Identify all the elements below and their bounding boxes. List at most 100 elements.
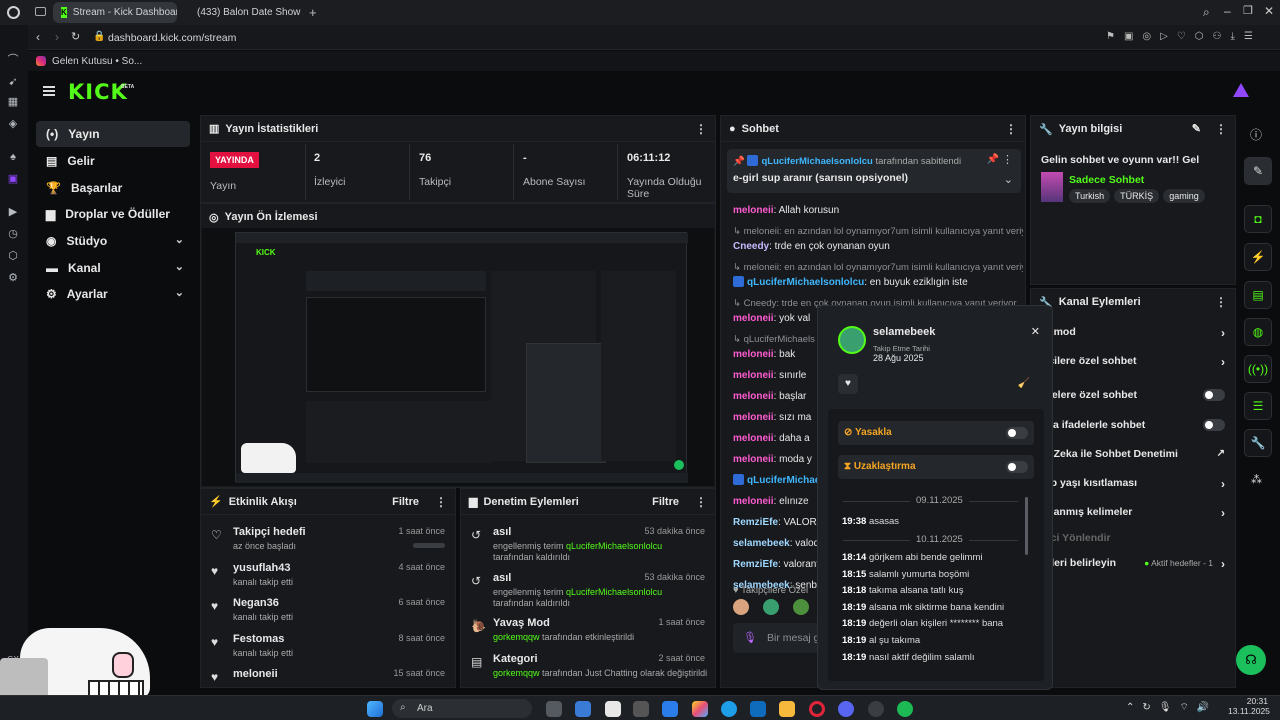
send-icon[interactable]: ➹ (6, 75, 20, 89)
more-icon[interactable]: ⋮ (695, 122, 707, 136)
task-view-icon[interactable] (546, 701, 562, 717)
detail-user[interactable]: qLuciferMichaelsonlolcu (566, 587, 662, 597)
category-name[interactable]: Sadece Sohbet (1069, 174, 1144, 186)
chat-rail-button[interactable]: ◍ (1244, 318, 1272, 346)
microphone-icon[interactable]: 🎙 (743, 631, 757, 644)
toolbar-extension-icons[interactable]: ⚑▣◎▷♡⬡⚇⤓☰ (1106, 31, 1262, 42)
edge-icon[interactable] (721, 701, 737, 717)
nav-item-studyo[interactable]: ◉ Stüdyo ⌄ (36, 228, 190, 254)
search-icon[interactable]: ⌕ (1203, 5, 1210, 20)
timeout-toggle[interactable] (1006, 461, 1028, 473)
notepad-icon[interactable] (605, 701, 621, 717)
toggle-switch[interactable] (1203, 389, 1225, 401)
pinned-user[interactable]: qLuciferMichaelsonlolcu (761, 156, 872, 167)
chat-username[interactable]: meloneii (733, 412, 774, 423)
spotify-icon[interactable] (897, 701, 913, 717)
chat-username[interactable]: qLuciferMichae (747, 475, 820, 486)
chat-username[interactable]: meloneii (733, 391, 774, 402)
chat-username[interactable]: meloneii (733, 349, 774, 360)
action-banned-words[interactable]: aklanmış kelimeler › (1039, 506, 1225, 526)
chatter-avatar[interactable] (793, 599, 809, 615)
restore-icon[interactable]: ❐ (1243, 4, 1253, 17)
info-icon[interactable]: ⓘ (1250, 126, 1262, 143)
chat-username[interactable]: RemziEfe (733, 559, 778, 570)
broadcast-rail-button[interactable]: ((•)) (1244, 355, 1272, 383)
gx-corner-icon[interactable]: ▦ (6, 95, 20, 109)
chat-username[interactable]: meloneii (733, 370, 774, 381)
clock[interactable]: 20:31 13.11.2025 (1228, 696, 1270, 716)
chat-username[interactable]: meloneii (733, 433, 774, 444)
action-slow-mode[interactable]: aş mod › (1039, 326, 1225, 346)
twitch-like-icon[interactable]: ⌒ (6, 53, 20, 67)
support-headset-icon[interactable]: ☊ (1236, 645, 1266, 675)
tag[interactable]: TÜRKİŞ (1114, 189, 1160, 203)
filter-button[interactable]: Filtre (652, 496, 679, 508)
tag[interactable]: Turkish (1069, 189, 1111, 203)
close-icon[interactable]: ✕ (1031, 325, 1040, 338)
chevron-down-icon[interactable]: ⌄ (1004, 173, 1013, 186)
wrench-rail-button[interactable]: 🔧 (1244, 429, 1272, 457)
menu-icon[interactable] (43, 86, 55, 96)
scrollbar[interactable] (1025, 497, 1028, 555)
url-text[interactable]: dashboard.kick.com/stream (108, 32, 236, 44)
edit-rail-button[interactable]: ✎ (1244, 157, 1272, 185)
sliders-rail-button[interactable]: ☰ (1244, 392, 1272, 420)
more-icon[interactable]: ⋮ (1005, 122, 1017, 136)
pinned-message[interactable]: 📌 qLuciferMichaelsonlolcu tarafından sab… (727, 149, 1021, 193)
action-ai-moderation[interactable]: ay Zeka ile Sohbet Denetimi ↗ (1039, 448, 1225, 468)
explorer-icon[interactable] (779, 701, 795, 717)
chatter-avatar[interactable] (733, 599, 749, 615)
copilot-icon[interactable] (692, 701, 708, 717)
ban-toggle[interactable] (1006, 427, 1028, 439)
bookmark-item[interactable]: Gelen Kutusu • So... (52, 56, 142, 67)
chat-username[interactable]: meloneii (733, 496, 774, 507)
chat-username[interactable]: meloneii (733, 313, 774, 324)
edit-icon[interactable]: ✎ (1192, 122, 1201, 135)
chat-username[interactable]: meloneii (733, 454, 774, 465)
store-icon[interactable] (750, 701, 766, 717)
tab-youtube[interactable]: (433) Balon Date Show T... (183, 2, 303, 23)
kick-side-icon[interactable]: ♠ (6, 150, 20, 164)
nav-item-basarilar[interactable]: 🏆 Başarılar (36, 175, 190, 201)
category-thumbnail[interactable] (1041, 172, 1063, 202)
clip-rail-button[interactable]: ◘ (1244, 205, 1272, 233)
more-icon[interactable]: ⋮ (1215, 122, 1227, 136)
chat-username[interactable]: selamebeek (733, 538, 790, 549)
chat-username[interactable]: qLuciferMichaelsonlolcu (747, 277, 864, 288)
detail-user[interactable]: qLuciferMichaelsonlolcu (566, 541, 662, 551)
action-followers-only[interactable]: ipçilere özel sohbet › (1039, 355, 1225, 375)
tag[interactable]: gaming (1163, 189, 1205, 203)
more-icon[interactable]: ⋮ (435, 495, 447, 509)
nav-item-kanal[interactable]: ▬ Kanal ⌄ (36, 255, 190, 281)
chatter-avatar[interactable] (763, 599, 779, 615)
unpin-icon[interactable]: 📌 (987, 154, 999, 165)
widgets-icon[interactable] (575, 701, 591, 717)
user-name[interactable]: selamebeek (873, 326, 935, 338)
more-icon[interactable]: ⋮ (1215, 295, 1227, 309)
settings-icon[interactable]: ⚙ (6, 271, 20, 285)
opera-gx-icon[interactable] (809, 701, 825, 717)
nav-item-yayin[interactable]: (•) Yayın (36, 121, 190, 147)
player-icon[interactable]: ▶ (6, 205, 20, 219)
bolt-rail-button[interactable]: ⚡ (1244, 243, 1272, 271)
chat-username[interactable]: RemziEfe (733, 517, 778, 528)
detail-user[interactable]: gorkemqqw (493, 632, 540, 642)
tab-kick-dashboard[interactable]: K Stream - Kick Dashboard (53, 2, 177, 23)
minimize-icon[interactable]: – (1224, 4, 1231, 18)
chat-username[interactable]: Cneedy (733, 241, 769, 252)
action-account-age[interactable]: şap yaşı kısıtlaması › (1039, 477, 1225, 497)
more-icon[interactable]: ⋮ (695, 495, 707, 509)
opera-logo-icon[interactable] (7, 6, 20, 19)
heart-button[interactable]: ♥ (838, 374, 858, 394)
nav-item-gelir[interactable]: ▤ Gelir (36, 148, 190, 174)
nav-item-droplar[interactable]: ▆ Droplar ve Ödüller (36, 201, 190, 227)
reload-icon[interactable]: ↻ (71, 30, 80, 43)
forward-icon[interactable]: › (55, 30, 59, 44)
start-icon[interactable] (367, 701, 383, 717)
discord-icon[interactable] (838, 701, 854, 717)
tray-icons[interactable]: ⌃↻🎙⌔🔊 (1126, 701, 1217, 714)
new-tab-button[interactable]: + (309, 5, 317, 20)
detail-user[interactable]: gorkemqqw (493, 668, 540, 678)
tab-island-icon[interactable] (35, 7, 46, 16)
notes-rail-button[interactable]: ▤ (1244, 281, 1272, 309)
